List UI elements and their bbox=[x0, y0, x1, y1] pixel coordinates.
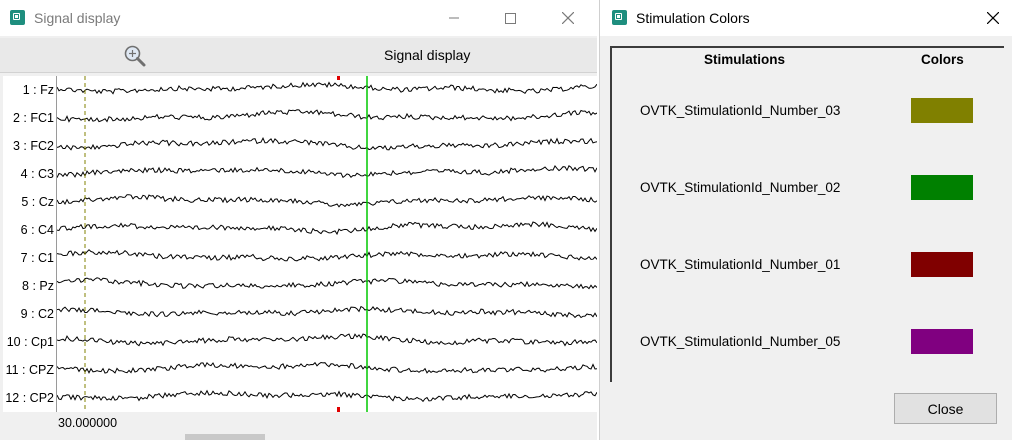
signal-trace bbox=[56, 221, 598, 236]
maximize-button[interactable] bbox=[487, 0, 533, 36]
signal-toolbar: Signal display bbox=[0, 38, 597, 73]
channel-label: 3 : FC2 bbox=[13, 139, 54, 153]
signal-display-titlebar[interactable]: Signal display bbox=[0, 0, 597, 36]
window-title: Stimulation Colors bbox=[636, 10, 750, 26]
top-marker-tick bbox=[337, 76, 340, 80]
channel-label: 6 : C4 bbox=[20, 223, 54, 237]
header-stimulations: Stimulations bbox=[704, 52, 786, 67]
stimulation-name: OVTK_StimulationId_Number_03 bbox=[640, 103, 841, 118]
signal-trace bbox=[56, 109, 598, 123]
signal-trace bbox=[56, 137, 598, 151]
signal-display-window: Signal display Signal display 1 : Fz 2 : … bbox=[0, 0, 598, 440]
app-icon bbox=[612, 10, 627, 25]
close-icon bbox=[987, 12, 999, 24]
channel-label: 4 : C3 bbox=[20, 167, 54, 181]
signal-trace bbox=[56, 333, 598, 347]
channel-label: 8 : Pz bbox=[22, 279, 54, 293]
zoom-button[interactable] bbox=[122, 43, 148, 69]
channel-label: 9 : C2 bbox=[20, 307, 54, 321]
window-title: Signal display bbox=[34, 10, 121, 26]
taskbar-fragment bbox=[185, 434, 265, 440]
zoom-icon bbox=[124, 45, 146, 67]
channel-label: 12 : CP2 bbox=[5, 391, 54, 405]
stimulation-colors-titlebar[interactable]: Stimulation Colors bbox=[600, 0, 1012, 36]
bottom-marker-tick bbox=[337, 407, 340, 412]
stimulation-name: OVTK_StimulationId_Number_02 bbox=[640, 180, 841, 195]
close-button[interactable]: Close bbox=[894, 393, 997, 424]
signal-trace bbox=[56, 277, 598, 290]
signal-trace bbox=[56, 389, 598, 403]
channel-labels: 1 : Fz 2 : FC1 3 : FC2 4 : C3 5 : Cz 6 : C4 7 … bbox=[3, 76, 57, 412]
stimulation-name: OVTK_StimulationId_Number_05 bbox=[640, 334, 841, 349]
close-icon bbox=[562, 12, 574, 24]
channel-label: 10 : Cp1 bbox=[6, 335, 54, 349]
signal-trace bbox=[56, 361, 598, 374]
color-swatch[interactable] bbox=[911, 98, 973, 123]
color-swatch[interactable] bbox=[911, 252, 973, 277]
header-colors: Colors bbox=[921, 52, 964, 67]
channel-label: 5 : Cz bbox=[21, 195, 54, 209]
signal-trace bbox=[56, 249, 598, 262]
signal-plot-svg bbox=[56, 76, 598, 412]
signal-trace bbox=[56, 164, 598, 179]
signal-trace bbox=[56, 81, 598, 95]
close-window-button[interactable] bbox=[970, 0, 1012, 36]
stimulation-name: OVTK_StimulationId_Number_01 bbox=[640, 257, 841, 272]
channel-label: 2 : FC1 bbox=[13, 111, 54, 125]
color-swatch[interactable] bbox=[911, 175, 973, 200]
time-label: 30.000000 bbox=[58, 416, 118, 430]
signal-trace bbox=[56, 194, 598, 208]
close-window-button[interactable] bbox=[545, 0, 591, 36]
signal-trace bbox=[56, 305, 598, 319]
app-icon bbox=[10, 10, 25, 25]
channel-label: 11 : CPZ bbox=[5, 363, 54, 377]
channel-label: 7 : C1 bbox=[20, 251, 54, 265]
minimize-button[interactable] bbox=[431, 0, 477, 36]
channel-label: 1 : Fz bbox=[22, 83, 54, 97]
maximize-icon bbox=[504, 12, 516, 24]
toolbar-title: Signal display bbox=[384, 47, 471, 63]
minimize-icon bbox=[449, 17, 459, 19]
signal-plot[interactable] bbox=[56, 76, 598, 412]
color-swatch[interactable] bbox=[911, 329, 973, 354]
